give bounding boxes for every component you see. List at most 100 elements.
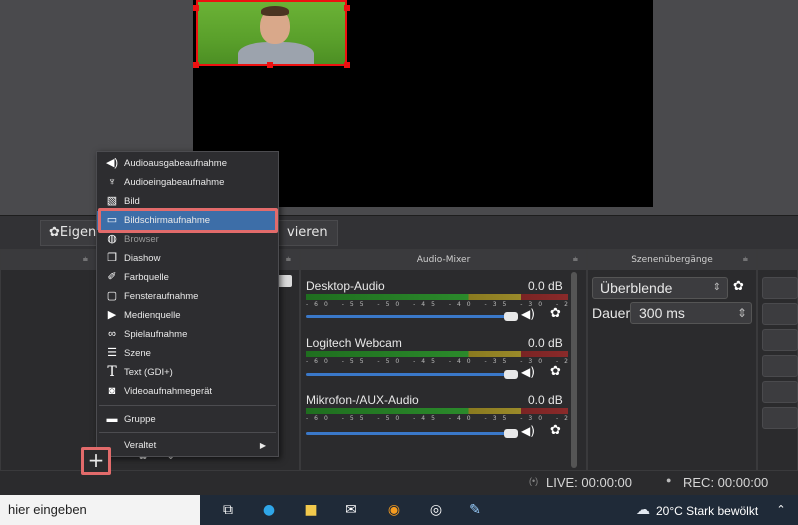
brush-icon: ✐ [107,271,117,283]
volume-slider[interactable] [306,315,506,318]
task-view-icon[interactable]: ⧉ [219,502,237,518]
folder-icon: ▬ [106,413,118,425]
file-explorer-icon[interactable]: ■ [302,502,320,518]
status-bar: (•) LIVE: 00:00:00 ● REC: 00:00:00 [0,471,798,495]
gear-icon[interactable]: ✿ [550,364,561,379]
mixer-channel-name: Logitech Webcam [306,336,402,350]
volume-slider-handle[interactable] [504,370,518,379]
add-source-button[interactable]: + [81,447,111,475]
mixer-channel-name: Mikrofon-/AUX-Audio [306,393,419,407]
control-button[interactable] [762,303,798,325]
resize-handle[interactable] [267,62,273,68]
resize-handle[interactable] [193,5,199,11]
weather-text[interactable]: 20°C Stark bewölkt [656,504,758,518]
mixer-channel-db: 0.0 dB [528,279,563,293]
menu-item-audio-output[interactable]: ◀) Audioausgabeaufnahme [97,154,278,173]
scenes-panel: ⩧ [0,249,97,471]
volume-meter [306,294,568,300]
speaker-icon[interactable]: ◀) [521,307,535,321]
volume-meter [306,351,568,357]
control-button[interactable] [762,381,798,403]
duration-label: Dauer [592,305,631,321]
rec-dot-icon: ● [666,475,672,485]
chrome-icon[interactable]: ◉ [385,502,403,518]
filters-button[interactable]: vieren [278,220,338,246]
speaker-icon[interactable]: ◀) [521,424,535,438]
window-icon: ▢ [106,290,118,302]
list-icon: ☰ [107,347,117,359]
edge-icon[interactable]: ● [260,502,278,518]
gear-icon[interactable]: ✿ [733,279,744,294]
menu-item-label: Videoaufnahmegerät [124,386,213,397]
mail-icon[interactable]: ✉ [342,502,360,518]
control-button[interactable] [762,407,798,429]
menu-item-text[interactable]: T Text (GDI+) [97,363,278,382]
live-timer: LIVE: 00:00:00 [546,475,633,490]
webcam-source-preview[interactable] [196,0,347,66]
transitions-title: Szenenübergänge [631,255,713,265]
microphone-icon: ♆ [107,176,117,188]
menu-item-scene[interactable]: ☰ Szene [97,344,278,363]
menu-item-label: Spielaufnahme [124,329,188,340]
mixer-header: Audio-Mixer ⩧ [301,250,586,270]
speaker-icon[interactable]: ◀) [521,365,535,379]
menu-item-slideshow[interactable]: ❐ Diashow [97,249,278,268]
dock-pin-icon[interactable]: ⩧ [83,250,88,270]
menu-item-deprecated[interactable]: Veraltet ▶ [97,436,278,455]
add-source-menu: ◀) Audioausgabeaufnahme ♆ Audioeingabeaufn… [96,151,279,457]
resize-handle[interactable] [193,62,199,68]
gear-icon[interactable]: ✿ [550,306,561,321]
search-placeholder: hier eingeben [8,502,87,517]
volume-slider-handle[interactable] [504,312,518,321]
gear-icon[interactable]: ✿ [550,423,561,438]
menu-item-audio-input[interactable]: ♆ Audioeingabeaufnahme [97,173,278,192]
transitions-header: Szenenübergänge ⩧ [588,250,756,270]
menu-item-label: Medienquelle [124,310,181,321]
menu-item-media-source[interactable]: ▶ Medienquelle [97,306,278,325]
paint-icon[interactable]: ✎ [466,502,484,518]
volume-meter [306,408,568,414]
slideshow-icon: ❐ [107,252,117,264]
properties-label: Eigen [59,225,97,240]
stepper-icon[interactable]: ⇕ [737,303,747,323]
duration-value: 300 ms [639,305,685,321]
dock-pin-icon[interactable]: ⩧ [286,250,291,270]
live-icon: (•) [529,476,539,486]
menu-divider [99,432,276,433]
dock-pin-icon[interactable]: ⩧ [743,250,748,270]
dock-pin-icon[interactable]: ⩧ [573,250,578,270]
control-button[interactable] [762,277,798,299]
menu-item-group[interactable]: ▬ Gruppe [97,410,278,429]
gear-icon: ✿ [49,225,60,240]
menu-item-label: Veraltet [124,440,157,451]
resize-handle[interactable] [344,62,350,68]
volume-slider[interactable] [306,373,506,376]
menu-item-label: Fensteraufnahme [124,291,199,302]
menu-item-window-capture[interactable]: ▢ Fensteraufnahme [97,287,278,306]
chevron-up-icon[interactable]: ⌃ [772,502,790,518]
chevron-right-icon: ▶ [259,441,266,450]
person-shirt [238,42,314,64]
cloud-icon: ☁ [636,502,650,518]
menu-item-game-capture[interactable]: ∞ Spielaufnahme [97,325,278,344]
transition-select[interactable]: Überblende ⇕ [592,277,728,299]
mixer-channel-name: Desktop-Audio [306,279,385,293]
volume-slider[interactable] [306,432,506,435]
properties-button[interactable]: ✿Eigen [40,220,100,246]
speaker-icon: ◀) [105,157,119,169]
obs-icon[interactable]: ◎ [427,502,445,518]
meter-ticks: -60 -55 -50 -45 -40 -35 -30 -25 -20 -15 … [306,415,568,422]
menu-item-video-capture[interactable]: ◙ Videoaufnahmegerät [97,382,278,401]
duration-input[interactable]: 300 ms ⇕ [630,302,752,324]
spin-arrows-icon: ⇕ [712,282,721,293]
control-button[interactable] [762,329,798,351]
taskbar-search[interactable]: hier eingeben [0,495,200,525]
resize-handle[interactable] [344,5,350,11]
control-button[interactable] [762,355,798,377]
highlight-box [98,208,278,233]
menu-item-color-source[interactable]: ✐ Farbquelle [97,268,278,287]
mixer-scrollbar[interactable] [571,272,577,468]
menu-item-label: Bild [124,196,140,207]
volume-slider-handle[interactable] [504,429,518,438]
scenes-header: ⩧ [1,250,96,270]
